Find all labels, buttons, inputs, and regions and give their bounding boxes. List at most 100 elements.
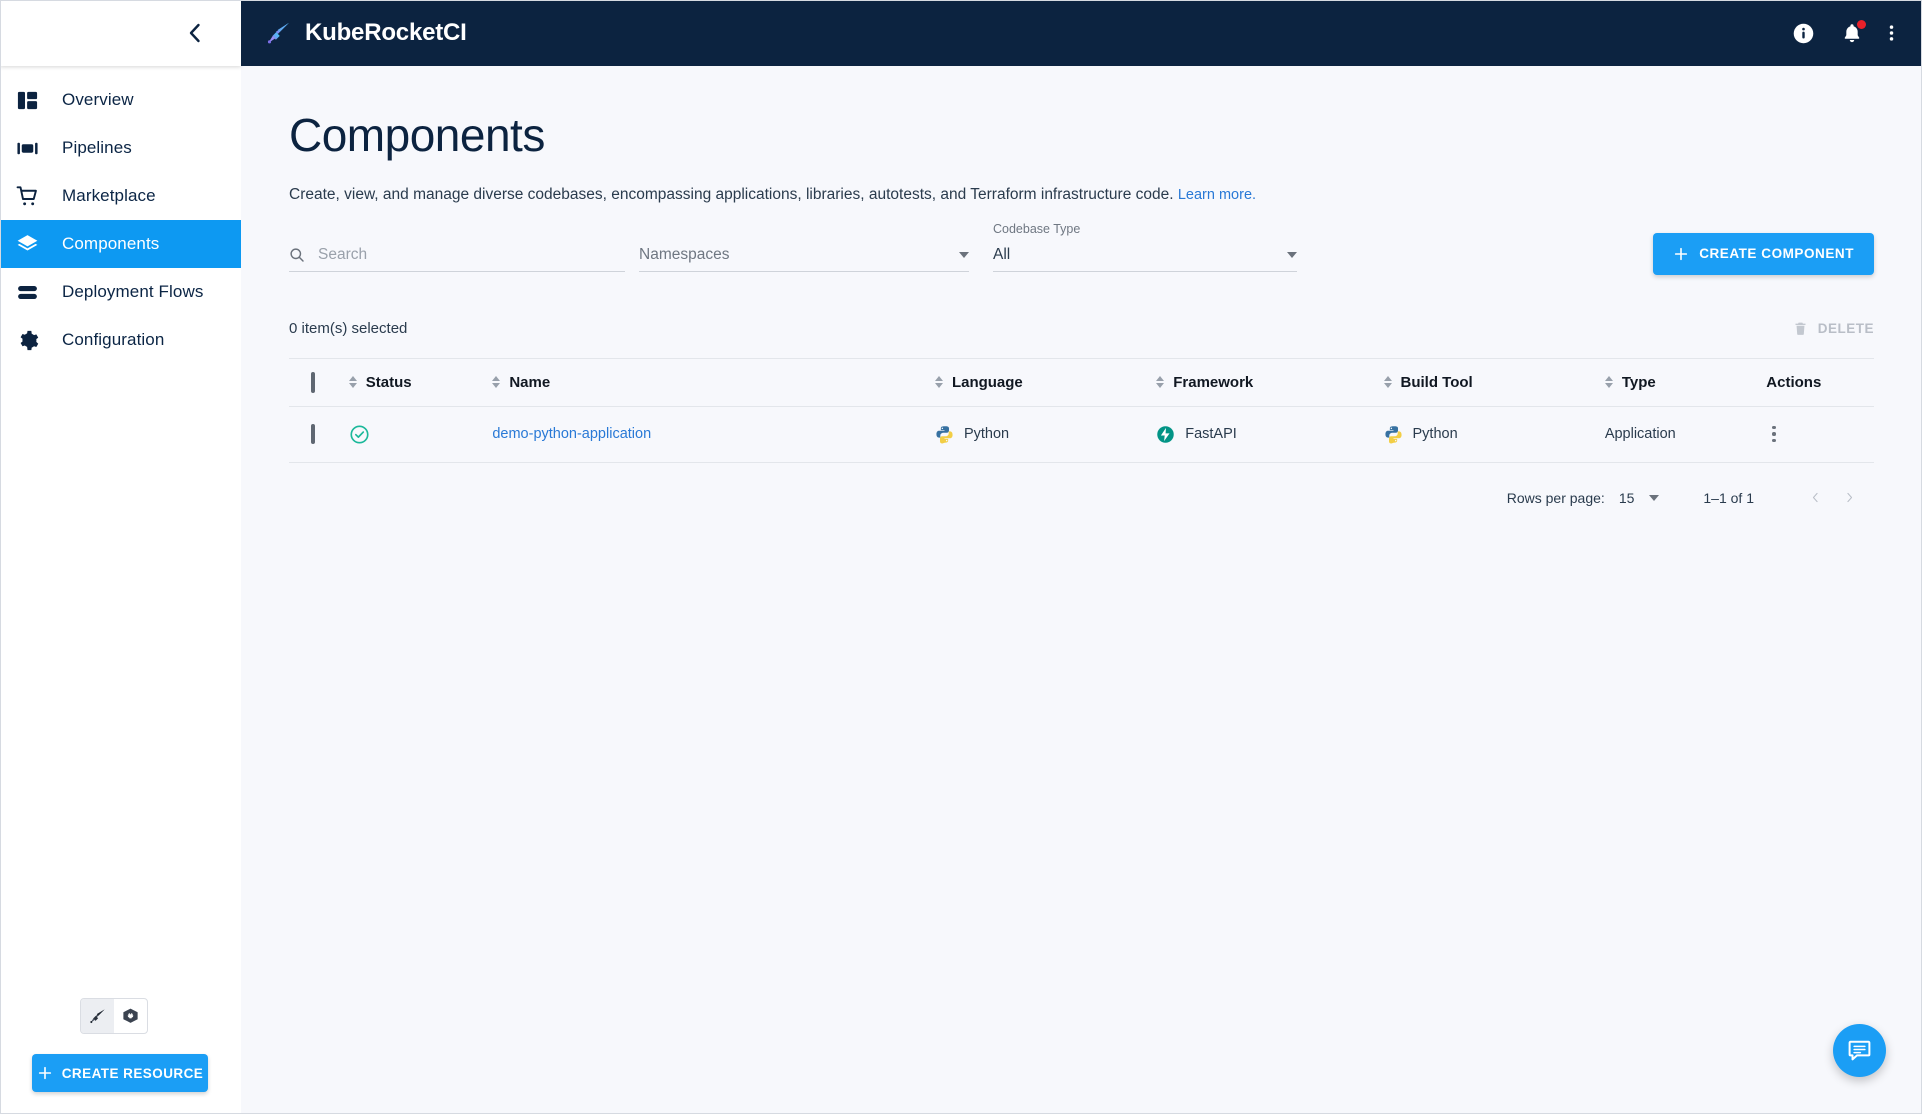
sidebar-item-label: Marketplace	[62, 186, 156, 205]
select-all-checkbox[interactable]	[311, 371, 315, 393]
column-header-framework[interactable]: Framework	[1156, 357, 1384, 407]
search-field	[289, 240, 625, 272]
pagination: Rows per page: 15 1–1 of 1	[289, 481, 1874, 515]
table-row[interactable]: demo-python-application Python FastAPI P…	[289, 406, 1874, 463]
sidebar-item-label: Overview	[62, 90, 134, 109]
row-checkbox[interactable]	[311, 424, 315, 445]
view-mode-kubernetes-button[interactable]	[114, 999, 147, 1033]
row-language-label: Python	[963, 426, 1010, 443]
sort-icon	[492, 376, 501, 389]
codebase-type-select[interactable]: Codebase Type All	[993, 222, 1297, 272]
create-resource-button[interactable]: CREATE RESOURCE	[32, 1054, 208, 1092]
selection-summary: 0 item(s) selected	[289, 320, 408, 338]
gear-icon	[16, 327, 50, 353]
search-input[interactable]	[318, 246, 625, 265]
column-header-label: Actions	[1766, 373, 1822, 391]
search-icon	[289, 247, 305, 263]
chat-fab-button[interactable]	[1833, 1024, 1886, 1077]
delete-selected-button[interactable]: DELETE	[1793, 320, 1874, 337]
chevron-down-icon	[1287, 252, 1297, 259]
sidebar: Overview Pipelines Marketplace Component…	[0, 0, 241, 1114]
select-all-header	[289, 357, 349, 407]
sort-icon	[1383, 376, 1392, 389]
sidebar-item-configuration[interactable]: Configuration	[0, 316, 241, 364]
sort-icon	[348, 376, 357, 389]
sidebar-item-label: Configuration	[62, 330, 165, 349]
info-circle-icon	[1793, 23, 1814, 43]
rows-per-page-label: Rows per page:	[1506, 489, 1605, 506]
rows-per-page-value: 15	[1618, 489, 1635, 506]
plus-icon	[1675, 247, 1688, 260]
topbar-overflow-button[interactable]	[1889, 22, 1894, 44]
rows-per-page-select[interactable]: 15	[1619, 490, 1660, 506]
row-select-cell	[289, 406, 349, 463]
trash-icon	[1795, 322, 1806, 335]
codebase-type-label: Codebase Type	[993, 221, 1081, 236]
pagination-next-button[interactable]	[1832, 481, 1866, 515]
pagination-prev-button[interactable]	[1798, 481, 1832, 515]
fastapi-logo-icon	[1157, 425, 1174, 443]
namespaces-select-value: Namespaces	[639, 246, 730, 264]
selection-bar: 0 item(s) selected DELETE	[289, 310, 1874, 348]
brand-logo[interactable]: KubeRocketCI	[265, 19, 467, 47]
sidebar-item-label: Components	[62, 234, 160, 253]
app-root: Overview Pipelines Marketplace Component…	[0, 0, 1922, 1114]
namespaces-select[interactable]: Namespaces	[639, 240, 969, 272]
chevron-right-icon	[1846, 492, 1852, 503]
shopping-cart-icon	[16, 183, 50, 209]
filters-row: Namespaces Codebase Type All CREATE COMP…	[289, 222, 1874, 275]
more-vertical-icon	[1889, 25, 1894, 41]
python-logo-icon	[1384, 425, 1402, 444]
info-button[interactable]	[1792, 22, 1815, 45]
column-header-label: Build Tool	[1400, 373, 1473, 391]
table-head: Status Name Language Framework Build Too…	[289, 357, 1874, 407]
column-header-label: Status	[365, 373, 412, 391]
python-logo-icon	[936, 425, 953, 444]
delete-selected-label: DELETE	[1817, 321, 1874, 337]
sidebar-item-marketplace[interactable]: Marketplace	[0, 172, 241, 220]
sort-icon	[1156, 376, 1165, 389]
column-header-actions: Actions	[1766, 357, 1874, 407]
row-actions-cell	[1766, 406, 1874, 463]
check-circle-icon	[350, 425, 369, 444]
row-framework-cell: FastAPI	[1156, 406, 1384, 463]
pipelines-icon	[16, 135, 50, 161]
brand-name: KubeRocketCI	[305, 19, 467, 46]
sidebar-nav: Overview Pipelines Marketplace Component…	[0, 66, 241, 998]
view-mode-toggle	[80, 998, 148, 1034]
kubernetes-wheel-icon	[123, 1008, 138, 1023]
column-header-label: Language	[951, 373, 1023, 391]
column-header-name[interactable]: Name	[492, 357, 935, 407]
row-name-cell: demo-python-application	[492, 406, 935, 463]
sidebar-item-deployment-flows[interactable]: Deployment Flows	[0, 268, 241, 316]
create-resource-label: CREATE RESOURCE	[61, 1065, 204, 1081]
layers-icon	[16, 231, 50, 257]
column-header-label: Type	[1621, 373, 1656, 391]
learn-more-link[interactable]: Learn more.	[1178, 187, 1256, 203]
codebase-type-value: All	[993, 246, 1011, 264]
column-header-status[interactable]: Status	[348, 357, 493, 407]
component-name-link[interactable]: demo-python-application	[492, 426, 651, 442]
topbar: KubeRocketCI	[241, 0, 1922, 66]
components-table: Status Name Language Framework Build Too…	[289, 357, 1874, 463]
create-component-button[interactable]: CREATE COMPONENT	[1653, 232, 1874, 275]
sidebar-header	[0, 0, 241, 66]
column-header-language[interactable]: Language	[934, 357, 1157, 407]
rocket-sword-icon	[90, 1008, 105, 1023]
main-content: Components Create, view, and manage dive…	[241, 66, 1922, 1114]
column-header-label: Framework	[1173, 373, 1254, 391]
row-actions-menu-button[interactable]	[1766, 420, 1874, 449]
topbar-actions	[1792, 20, 1894, 45]
sidebar-collapse-button[interactable]	[179, 18, 209, 48]
view-mode-krci-button[interactable]	[81, 999, 114, 1033]
table-header-row: Status Name Language Framework Build Too…	[289, 357, 1874, 407]
sidebar-item-pipelines[interactable]: Pipelines	[0, 124, 241, 172]
sidebar-item-components[interactable]: Components	[0, 220, 241, 268]
chat-message-icon	[1848, 1040, 1871, 1061]
column-header-type[interactable]: Type	[1604, 357, 1767, 407]
chevron-left-icon	[1812, 492, 1818, 503]
notifications-button[interactable]	[1841, 20, 1866, 44]
sidebar-item-overview[interactable]: Overview	[0, 76, 241, 124]
column-header-build-tool[interactable]: Build Tool	[1383, 357, 1605, 407]
sort-icon	[934, 376, 943, 389]
